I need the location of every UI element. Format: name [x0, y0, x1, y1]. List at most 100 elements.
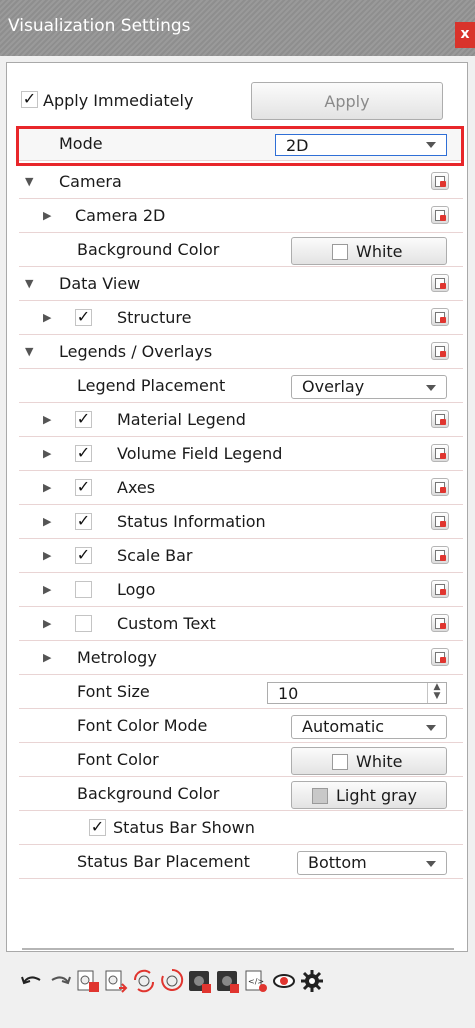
collapse-arrow-icon[interactable]: ▶ — [43, 515, 51, 528]
legend-item[interactable]: ▶ ✓ Scale Bar — [19, 541, 463, 573]
apply-immediately-label: Apply Immediately — [43, 91, 194, 110]
reset-section-icon[interactable] — [431, 648, 449, 666]
load-settings-icon[interactable] — [76, 968, 100, 994]
legend-item-label: Scale Bar — [117, 546, 193, 565]
legend-placement-label: Legend Placement — [77, 376, 226, 395]
status-bar-shown-row[interactable]: ✓ Status Bar Shown — [19, 813, 463, 845]
settings-icon[interactable] — [300, 968, 324, 994]
background-color-value: Light gray — [336, 786, 418, 805]
font-color-mode-row: Font Color Mode Automatic — [19, 711, 463, 743]
legend-item[interactable]: ▶ Logo — [19, 575, 463, 607]
font-color-button[interactable]: White — [291, 747, 447, 775]
collapse-arrow-icon[interactable]: ▶ — [43, 481, 51, 494]
status-bar-placement-row: Status Bar Placement Bottom — [19, 847, 463, 879]
legend-placement-select[interactable]: Overlay — [291, 375, 447, 399]
title-bar: Visualization Settings x — [0, 0, 475, 56]
expand-arrow-icon[interactable]: ▼ — [25, 277, 33, 290]
apply-button-label: Apply — [324, 92, 370, 111]
legend-item-checkbox[interactable] — [75, 581, 92, 598]
camera-group[interactable]: ▼ Camera — [19, 167, 463, 199]
save-settings-icon[interactable] — [104, 968, 128, 994]
mode-highlight — [16, 126, 464, 166]
legend-item-checkbox[interactable] — [75, 615, 92, 632]
collapse-arrow-icon[interactable]: ▶ — [43, 209, 51, 222]
legend-item[interactable]: ▶ ✓ Axes — [19, 473, 463, 505]
collapse-arrow-icon[interactable]: ▶ — [43, 413, 51, 426]
apply-immediately-check[interactable]: ✓ — [21, 91, 38, 108]
background-color-button[interactable]: Light gray — [291, 781, 447, 809]
color-swatch — [312, 788, 328, 804]
metrology-label: Metrology — [77, 648, 157, 667]
collapse-arrow-icon[interactable]: ▶ — [43, 447, 51, 460]
reset-section-icon[interactable] — [431, 546, 449, 564]
undo-icon[interactable] — [20, 968, 44, 994]
font-size-value: 10 — [278, 684, 299, 703]
reset-section-icon[interactable] — [431, 478, 449, 496]
reset-section-icon[interactable] — [431, 410, 449, 428]
legend-item-label: Material Legend — [117, 410, 246, 429]
expand-arrow-icon[interactable]: ▼ — [25, 345, 33, 358]
font-color-row: Font Color White — [19, 745, 463, 777]
sync-icon[interactable] — [132, 968, 156, 994]
redo-icon[interactable] — [48, 968, 72, 994]
legends-group[interactable]: ▼ Legends / Overlays — [19, 337, 463, 369]
reset-section-icon[interactable] — [431, 444, 449, 462]
camera2d-item[interactable]: ▶ Camera 2D — [19, 201, 463, 233]
metrology-item[interactable]: ▶ Metrology — [19, 643, 463, 675]
export-icon[interactable] — [216, 968, 240, 994]
reset-section-icon[interactable] — [431, 172, 449, 190]
expand-arrow-icon[interactable]: ▼ — [25, 175, 33, 188]
data-view-group[interactable]: ▼ Data View — [19, 269, 463, 301]
legend-item-checkbox[interactable]: ✓ — [75, 547, 92, 564]
legend-item-checkbox[interactable]: ✓ — [75, 479, 92, 496]
chevron-down-icon — [426, 725, 436, 731]
collapse-arrow-icon[interactable]: ▶ — [43, 617, 51, 630]
collapse-arrow-icon[interactable]: ▶ — [43, 311, 51, 324]
visibility-icon[interactable] — [272, 968, 296, 994]
camera-background-row: Background Color White — [19, 235, 463, 267]
status-bar-shown-checkbox[interactable]: ✓ — [89, 819, 106, 836]
legend-item-label: Logo — [117, 580, 156, 599]
status-bar-placement-select[interactable]: Bottom — [297, 851, 447, 875]
reset-icon[interactable] — [160, 968, 184, 994]
font-color-mode-select[interactable]: Automatic — [291, 715, 447, 739]
background-color-value: White — [356, 242, 403, 261]
legend-item-checkbox[interactable]: ✓ — [75, 411, 92, 428]
reset-section-icon[interactable] — [431, 308, 449, 326]
reset-section-icon[interactable] — [431, 274, 449, 292]
reset-section-icon[interactable] — [431, 580, 449, 598]
background-color-label: Background Color — [77, 240, 220, 259]
legends-label: Legends / Overlays — [59, 342, 213, 361]
script-icon[interactable]: </> — [244, 968, 268, 994]
legend-placement-row: Legend Placement Overlay — [19, 371, 463, 403]
collapse-arrow-icon[interactable]: ▶ — [43, 583, 51, 596]
apply-button[interactable]: Apply — [251, 82, 443, 120]
legend-item-checkbox[interactable]: ✓ — [75, 513, 92, 530]
chevron-down-icon — [426, 385, 436, 391]
structure-item[interactable]: ▶ ✓ Structure — [19, 303, 463, 335]
font-size-spinbox[interactable]: 10 ▲ ▼ — [267, 682, 447, 704]
font-color-value: White — [356, 752, 403, 771]
reset-all-icon[interactable] — [188, 968, 212, 994]
spin-arrows-icon[interactable]: ▲ ▼ — [427, 683, 446, 703]
legend-item[interactable]: ▶ ✓ Volume Field Legend — [19, 439, 463, 471]
legend-item-checkbox[interactable]: ✓ — [75, 445, 92, 462]
reset-section-icon[interactable] — [431, 342, 449, 360]
font-color-mode-label: Font Color Mode — [77, 716, 208, 735]
legend-item[interactable]: ▶ ✓ Status Information — [19, 507, 463, 539]
apply-immediately-checkbox[interactable]: ✓ Apply Immediately — [21, 91, 231, 115]
background-color-button[interactable]: White — [291, 237, 447, 265]
font-color-mode-value: Automatic — [302, 717, 385, 736]
collapse-arrow-icon[interactable]: ▶ — [43, 651, 51, 664]
legend-item[interactable]: ▶ Custom Text — [19, 609, 463, 641]
legend-item-label: Axes — [117, 478, 156, 497]
reset-section-icon[interactable] — [431, 206, 449, 224]
collapse-arrow-icon[interactable]: ▶ — [43, 549, 51, 562]
legend-item[interactable]: ▶ ✓ Material Legend — [19, 405, 463, 437]
background-color-label: Background Color — [77, 784, 220, 803]
reset-section-icon[interactable] — [431, 614, 449, 632]
legend-item-label: Status Information — [117, 512, 266, 531]
close-button[interactable]: x — [455, 22, 475, 48]
reset-section-icon[interactable] — [431, 512, 449, 530]
structure-checkbox[interactable]: ✓ — [75, 309, 92, 326]
